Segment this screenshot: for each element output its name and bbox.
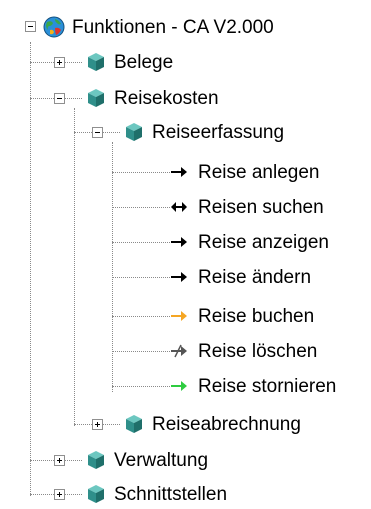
tree-action-label: Reisen suchen — [198, 196, 324, 218]
tree-node-reisekosten[interactable]: Reisekosten — [84, 83, 219, 113]
tree-node-root[interactable]: Funktionen - CA V2.000 — [42, 12, 274, 42]
cube-icon — [126, 415, 142, 433]
tree-connector — [112, 242, 170, 243]
tree-node-label: Reiseabrechnung — [152, 413, 301, 435]
function-tree: Funktionen - CA V2.000 Belege Reisekoste… — [0, 0, 371, 509]
tree-action-reise-stornieren[interactable]: Reise stornieren — [170, 371, 336, 401]
collapse-toggle-reiseerfassung[interactable] — [92, 127, 103, 138]
tree-node-label: Reiseerfassung — [152, 121, 285, 143]
expand-toggle-schnittstellen[interactable] — [54, 489, 65, 500]
arrow-crossed-icon — [171, 344, 187, 358]
tree-action-label: Reise ändern — [198, 266, 312, 288]
expand-toggle-verwaltung[interactable] — [54, 455, 65, 466]
tree-connector — [112, 207, 170, 208]
tree-connector — [112, 316, 170, 317]
arrow-right-icon — [171, 167, 187, 177]
tree-node-schnittstellen[interactable]: Schnittstellen — [84, 479, 227, 509]
expand-toggle-reiseabrechnung[interactable] — [92, 419, 103, 430]
tree-node-verwaltung[interactable]: Verwaltung — [84, 445, 208, 475]
tree-action-reise-aendern[interactable]: Reise ändern — [170, 262, 311, 292]
tree-connector — [112, 277, 170, 278]
tree-node-label: Schnittstellen — [114, 483, 228, 505]
tree-action-reise-anlegen[interactable]: Reise anlegen — [170, 157, 319, 187]
tree-action-reise-loeschen[interactable]: Reise löschen — [170, 336, 317, 366]
tree-connector — [112, 386, 170, 387]
collapse-toggle-reisekosten[interactable] — [54, 93, 65, 104]
tree-node-reiseerfassung[interactable]: Reiseerfassung — [122, 117, 284, 147]
cube-icon — [88, 89, 104, 107]
globe-icon — [43, 16, 65, 38]
collapse-toggle-root[interactable] — [25, 21, 36, 32]
tree-node-reiseabrechnung[interactable]: Reiseabrechnung — [122, 409, 301, 439]
tree-node-label: Reisekosten — [114, 87, 219, 109]
tree-connector — [112, 172, 170, 173]
arrow-double-icon — [171, 202, 187, 212]
tree-connector — [112, 142, 113, 392]
tree-action-label: Reise stornieren — [198, 375, 337, 397]
tree-action-reise-buchen[interactable]: Reise buchen — [170, 301, 314, 331]
expand-toggle-belege[interactable] — [54, 57, 65, 68]
arrow-right-icon — [171, 381, 187, 391]
tree-action-reise-anzeigen[interactable]: Reise anzeigen — [170, 227, 329, 257]
cube-icon — [126, 123, 142, 141]
arrow-right-icon — [171, 311, 187, 321]
tree-action-label: Reise anlegen — [198, 161, 320, 183]
cube-icon — [88, 53, 104, 71]
tree-action-label: Reise anzeigen — [198, 231, 329, 253]
arrow-right-icon — [171, 237, 187, 247]
tree-node-belege[interactable]: Belege — [84, 47, 173, 77]
tree-action-label: Reise löschen — [198, 340, 318, 362]
tree-connector — [74, 108, 75, 426]
tree-action-label: Reise buchen — [198, 305, 315, 327]
tree-node-label: Verwaltung — [114, 449, 209, 471]
tree-node-label: Belege — [114, 51, 174, 73]
cube-icon — [88, 451, 104, 469]
tree-action-reisen-suchen[interactable]: Reisen suchen — [170, 192, 324, 222]
cube-icon — [88, 485, 104, 503]
tree-node-label: Funktionen - CA V2.000 — [72, 16, 274, 38]
tree-connector — [30, 42, 31, 496]
arrow-right-icon — [171, 272, 187, 282]
tree-connector — [112, 351, 170, 352]
